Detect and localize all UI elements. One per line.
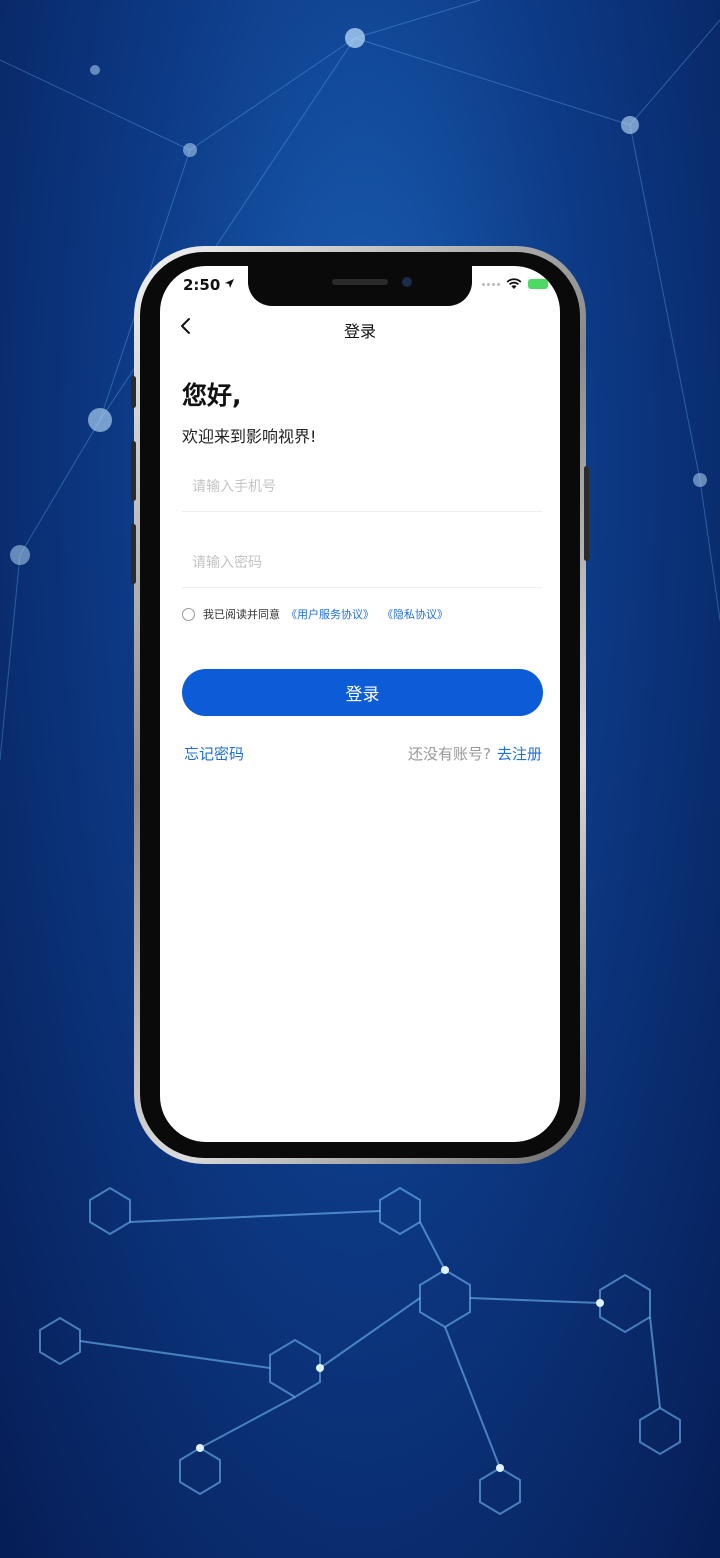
no-account-text: 还没有账号? [408, 745, 491, 763]
privacy-agreement-link[interactable]: 《隐私协议》 [382, 606, 448, 622]
phone-input[interactable] [182, 467, 532, 507]
location-arrow-icon [225, 279, 234, 288]
volume-down-button [131, 524, 136, 584]
page-title: 登录 [343, 322, 376, 341]
register-link[interactable]: 去注册 [497, 745, 542, 763]
app-screen: 2:50 登录 您好, 欢迎来到影响视界! 请输入手机号 我已阅读并同意 《用户… [160, 266, 560, 1142]
speaker [332, 279, 388, 285]
phone-field-wrapper [182, 467, 542, 512]
radio-unchecked-icon[interactable] [182, 607, 195, 621]
power-button [584, 466, 589, 561]
agreement-row: 我已阅读并同意 《用户服务协议》 《隐私协议》 [182, 606, 448, 622]
password-field-wrapper [182, 543, 542, 588]
welcome-text: 欢迎来到影响视界! [182, 427, 317, 446]
volume-up-button [131, 441, 136, 501]
front-camera [402, 277, 412, 287]
battery-icon [528, 279, 548, 289]
user-service-agreement-link[interactable]: 《用户服务协议》 [286, 606, 374, 622]
phone-frame: 2:50 登录 您好, 欢迎来到影响视界! 请输入手机号 我已阅读并同意 《用户… [131, 246, 589, 1164]
wifi-icon [506, 278, 522, 289]
status-time: 2:50 [183, 276, 221, 294]
agreement-prefix: 我已阅读并同意 [203, 608, 280, 621]
status-indicators [482, 278, 548, 290]
mute-switch [131, 376, 136, 408]
password-input[interactable] [182, 543, 532, 583]
forgot-password-link[interactable]: 忘记密码 [184, 743, 244, 764]
greeting-heading: 您好, [182, 381, 242, 410]
signal-dots [482, 282, 500, 286]
login-button[interactable]: 登录 [182, 669, 543, 716]
register-row: 还没有账号? 去注册 [408, 743, 542, 764]
notch [248, 266, 472, 306]
